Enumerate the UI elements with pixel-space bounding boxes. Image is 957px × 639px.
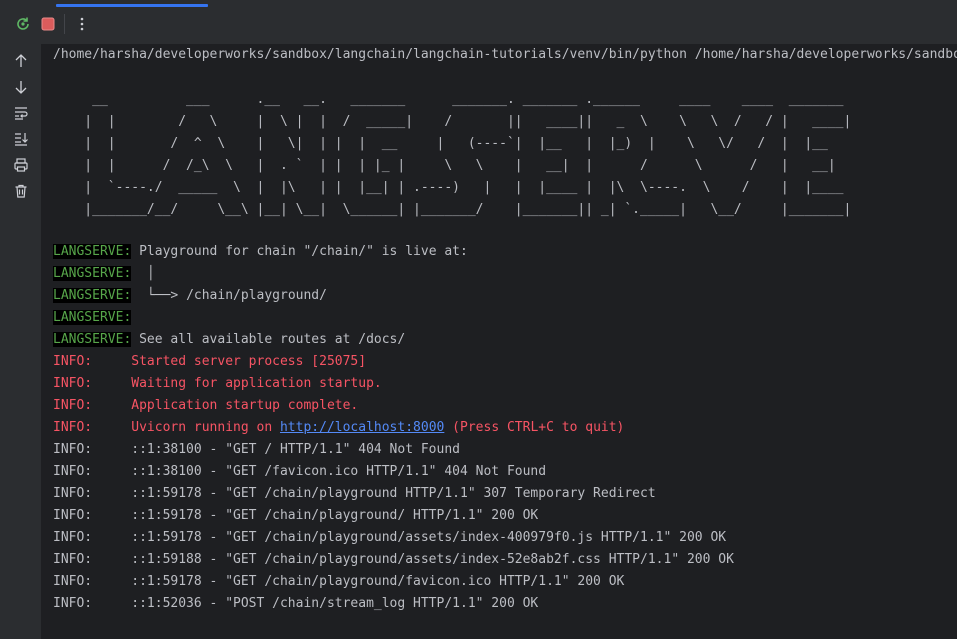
stop-icon[interactable]: [38, 14, 58, 34]
log-line-error: INFO: Waiting for application startup.: [53, 373, 382, 395]
log-label: INFO:: [53, 508, 93, 523]
log-label: INFO:: [53, 464, 93, 479]
log-line-uvicorn: INFO: Uvicorn running on http://localhos…: [53, 417, 624, 439]
console-sidebar: [0, 44, 42, 639]
log-text: ::1:38100 - "GET / HTTP/1.1" 404 Not Fou…: [92, 442, 460, 457]
scroll-down-icon[interactable]: [11, 77, 31, 97]
toolbar-divider: [64, 14, 65, 34]
log-label: INFO:: [53, 376, 93, 391]
log-label: INFO:: [53, 596, 93, 611]
console-output[interactable]: /home/harsha/developerworks/sandbox/lang…: [42, 44, 957, 639]
log-label: INFO:: [53, 420, 93, 435]
langserve-line: LANGSERVE: └──> /chain/playground/: [53, 285, 327, 307]
langserve-text: Playground for chain "/chain/" is live a…: [131, 244, 468, 259]
log-text: ::1:38100 - "GET /favicon.ico HTTP/1.1" …: [92, 464, 547, 479]
run-toolbar: [0, 0, 957, 45]
log-line: INFO: ::1:59178 - "GET /chain/playground…: [53, 505, 538, 527]
langserve-text: │: [131, 266, 155, 281]
log-line-error: INFO: Started server process [25075]: [53, 351, 366, 373]
rerun-icon[interactable]: [13, 14, 33, 34]
log-label: INFO:: [53, 354, 93, 369]
log-text: Uvicorn running on: [92, 420, 280, 435]
log-text: ::1:59178 - "GET /chain/playground/asset…: [92, 530, 727, 545]
command-line: /home/harsha/developerworks/sandbox/lang…: [53, 47, 957, 62]
soft-wrap-icon[interactable]: [11, 103, 31, 123]
langserve-text: See all available routes at /docs/: [131, 332, 406, 347]
langserve-line: LANGSERVE: Playground for chain "/chain/…: [53, 241, 468, 263]
log-label: INFO:: [53, 486, 93, 501]
clear-all-icon[interactable]: [11, 181, 31, 201]
log-text: ::1:59178 - "GET /chain/playground/ HTTP…: [92, 508, 539, 523]
log-line: INFO: ::1:59178 - "GET /chain/playground…: [53, 527, 726, 549]
log-line: INFO: ::1:59178 - "GET /chain/playground…: [53, 571, 624, 593]
print-icon[interactable]: [11, 155, 31, 175]
langserve-line: LANGSERVE: │: [53, 263, 155, 285]
log-label: INFO:: [53, 574, 93, 589]
log-label: INFO:: [53, 398, 93, 413]
log-text: Application startup complete.: [92, 398, 359, 413]
langserve-tag: LANGSERVE:: [53, 266, 132, 281]
log-text: ::1:52036 - "POST /chain/stream_log HTTP…: [92, 596, 539, 611]
log-line-error: INFO: Application startup complete.: [53, 395, 358, 417]
log-line: INFO: ::1:52036 - "POST /chain/stream_lo…: [53, 593, 538, 615]
log-line: INFO: ::1:59188 - "GET /chain/playground…: [53, 549, 734, 571]
log-label: INFO:: [53, 442, 93, 457]
log-text: ::1:59178 - "GET /chain/playground/favic…: [92, 574, 625, 589]
log-text: Started server process [25075]: [92, 354, 367, 369]
log-label: INFO:: [53, 552, 93, 567]
langserve-line: LANGSERVE: See all available routes at /…: [53, 329, 405, 351]
log-line: INFO: ::1:38100 - "GET / HTTP/1.1" 404 N…: [53, 439, 460, 461]
log-text: (Press CTRL+C to quit): [444, 420, 625, 435]
log-text: ::1:59178 - "GET /chain/playground HTTP/…: [92, 486, 656, 501]
langserve-ascii-banner: __ ___ .__ __. _______ _______. _______ …: [84, 92, 852, 217]
langserve-text: └──> /chain/playground/: [131, 288, 327, 303]
langserve-tag: LANGSERVE:: [53, 244, 132, 259]
log-label: INFO:: [53, 530, 93, 545]
scroll-to-end-icon[interactable]: [11, 129, 31, 149]
langserve-tag: LANGSERVE:: [53, 310, 132, 325]
langserve-tag: LANGSERVE:: [53, 288, 132, 303]
log-text: ::1:59188 - "GET /chain/playground/asset…: [92, 552, 734, 567]
active-tab-indicator: [56, 4, 208, 7]
langserve-line: LANGSERVE:: [53, 307, 132, 329]
langserve-tag: LANGSERVE:: [53, 332, 132, 347]
log-text: Waiting for application startup.: [92, 376, 382, 391]
log-line: INFO: ::1:59178 - "GET /chain/playground…: [53, 483, 656, 505]
more-vertical-icon[interactable]: [72, 14, 92, 34]
log-line: INFO: ::1:38100 - "GET /favicon.ico HTTP…: [53, 461, 546, 483]
scroll-up-icon[interactable]: [11, 51, 31, 71]
localhost-link[interactable]: http://localhost:8000: [280, 420, 444, 435]
